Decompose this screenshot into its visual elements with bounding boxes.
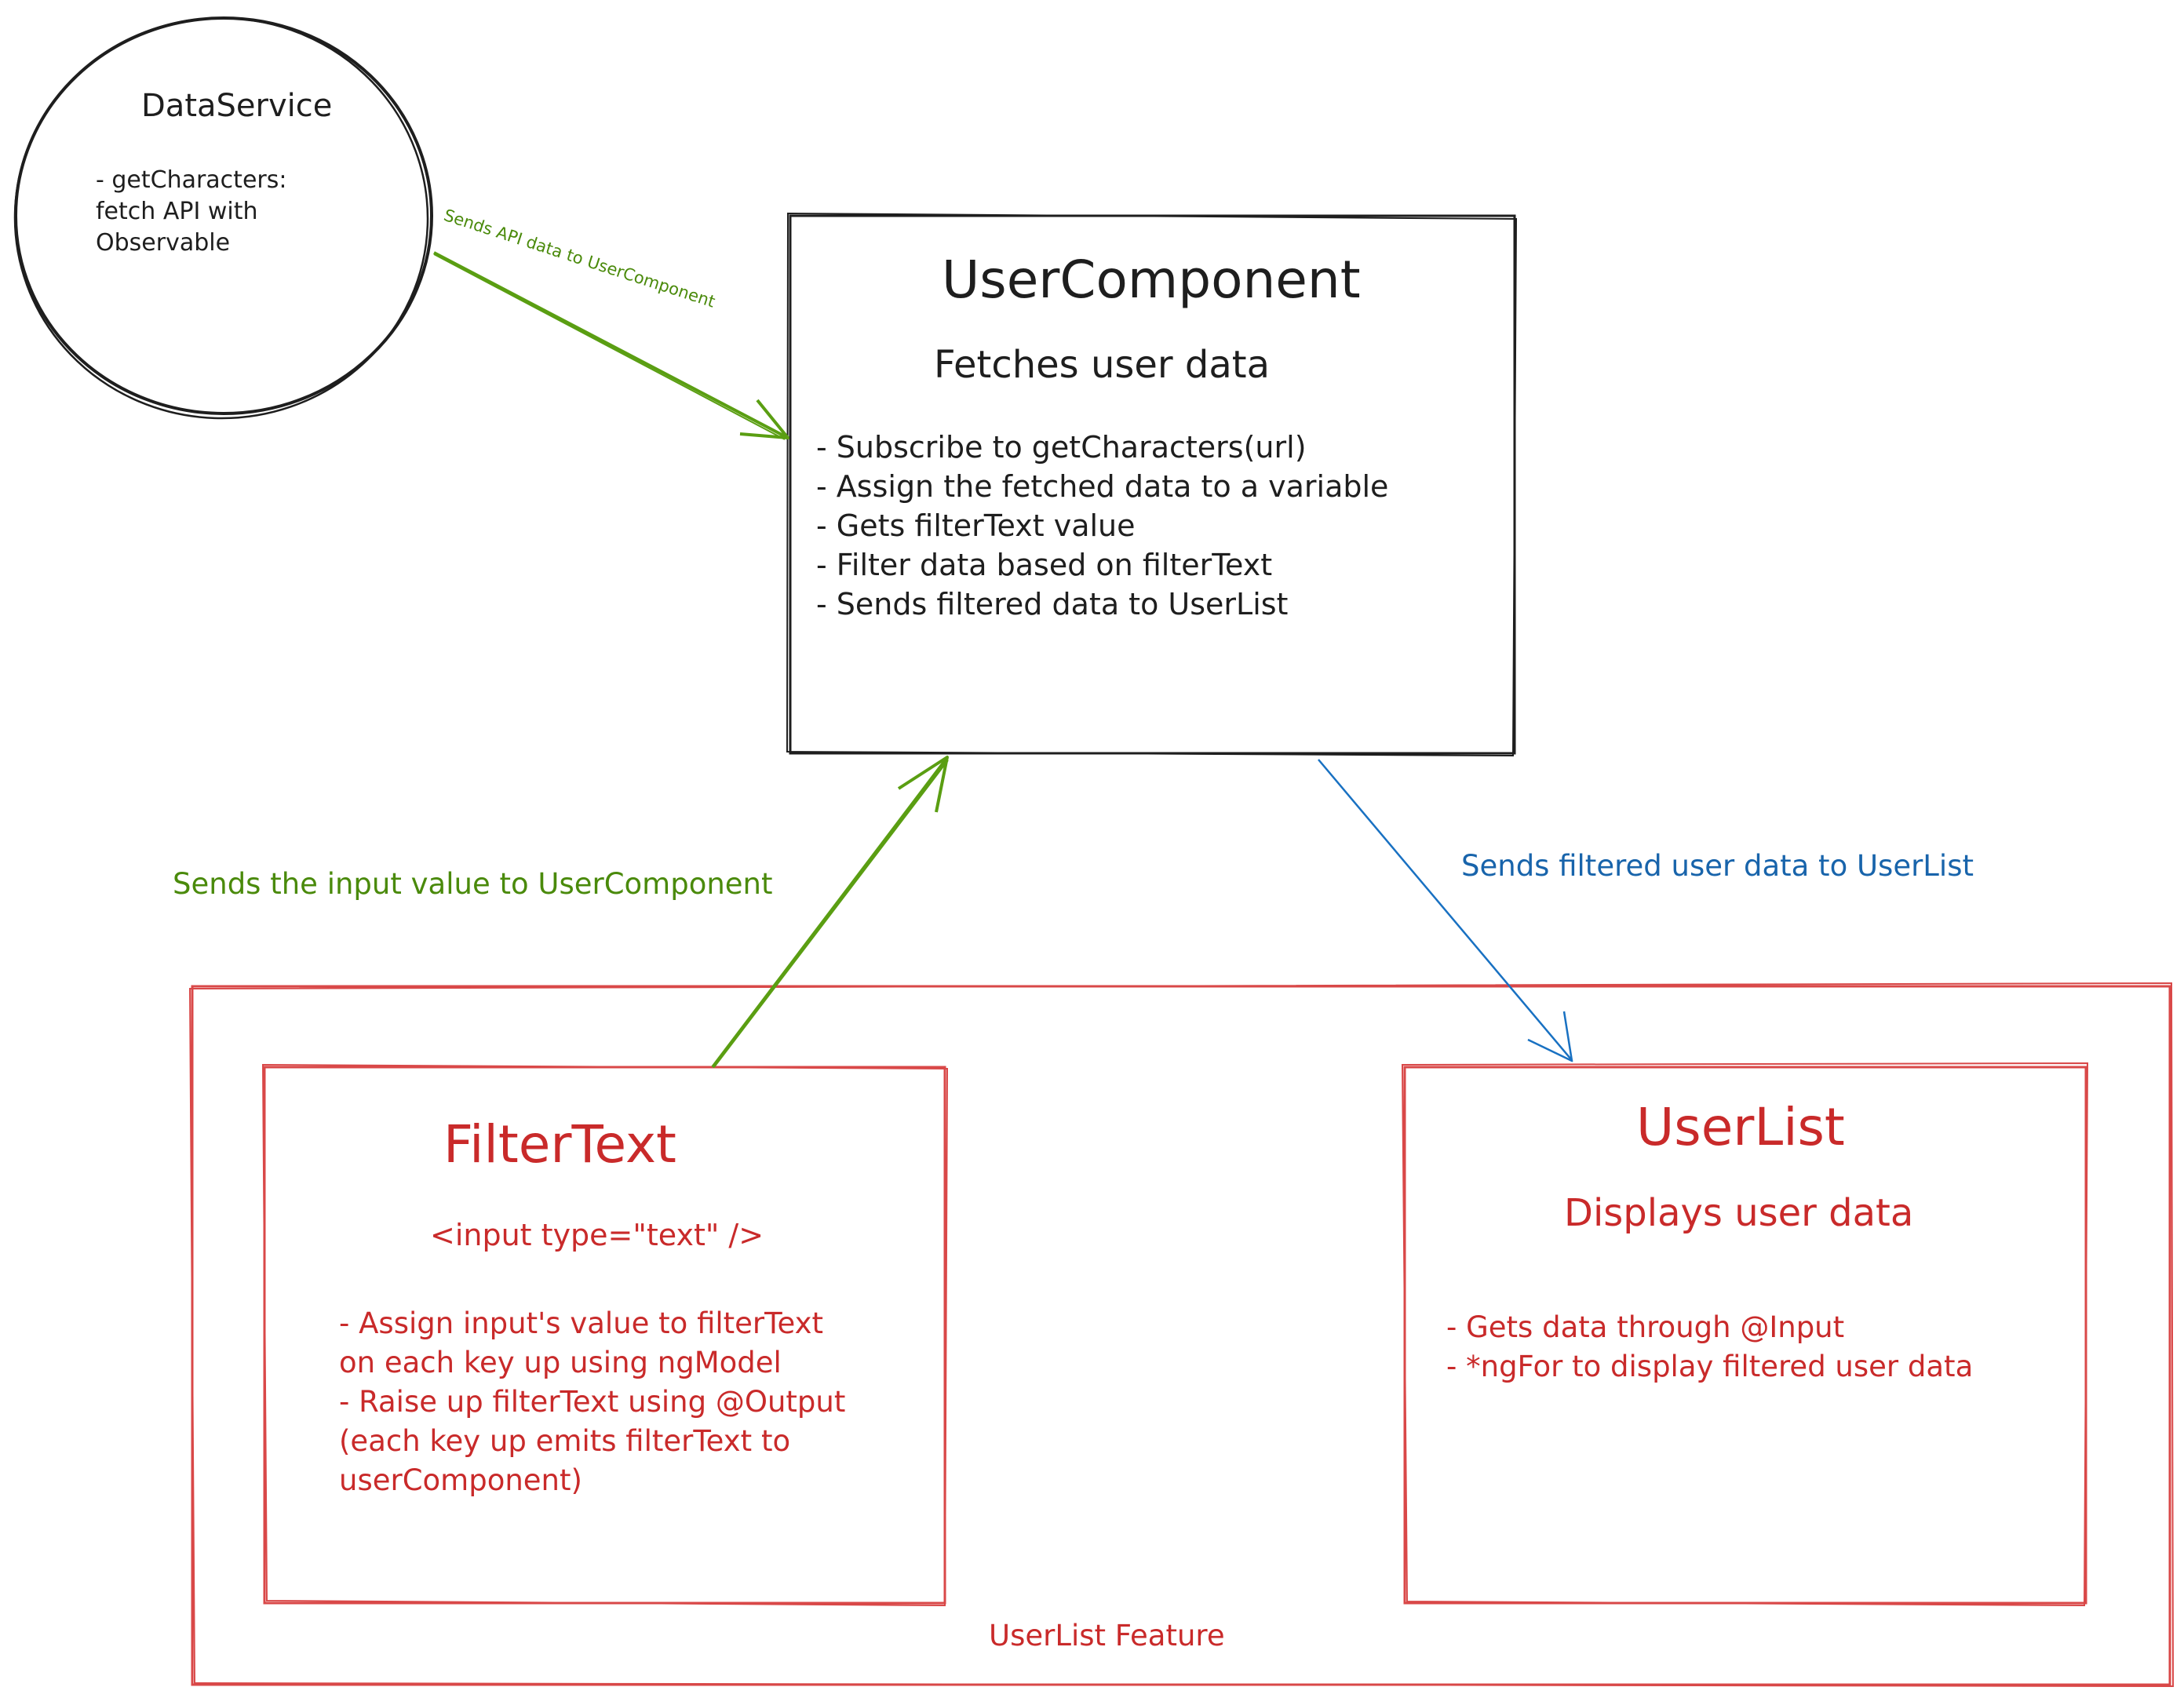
feature-group-label: UserList Feature — [989, 1619, 1225, 1652]
user-component-subtitle: Fetches user data — [934, 343, 1271, 387]
arrow-label-filter-to-component: Sends the input value to UserComponent — [173, 867, 773, 901]
user-component-title: UserComponent — [942, 250, 1361, 310]
user-component-line-4: - Filter data based on filterText — [816, 548, 1273, 582]
arrow-component-to-list — [1318, 759, 1573, 1062]
user-list-title: UserList — [1636, 1097, 1845, 1157]
user-list-subtitle: Displays user data — [1564, 1191, 1914, 1235]
arrow-service-to-component — [433, 251, 789, 440]
data-service-line-1: - getCharacters: — [96, 166, 287, 194]
filter-text-subtitle: <input type="text" /> — [430, 1218, 764, 1252]
user-component-line-2: - Assign the fetched data to a variable — [816, 469, 1389, 504]
filter-text-line-2: on each key up using ngModel — [339, 1346, 782, 1379]
user-component-line-1: - Subscribe to getCharacters(url) — [816, 430, 1307, 465]
user-list-line-1: - Gets data through @Input — [1446, 1310, 1845, 1344]
arrow-label-component-to-list: Sends filtered user data to UserList — [1461, 849, 1974, 883]
filter-text-line-5: userComponent) — [339, 1463, 582, 1497]
filter-text-line-1: - Assign input's value to filterText — [339, 1306, 823, 1340]
filter-text-line-3: - Raise up filterText using @Output — [339, 1385, 846, 1419]
filter-text-title: FilterText — [443, 1114, 676, 1175]
data-service-title: DataService — [141, 88, 333, 124]
data-service-line-2: fetch API with — [96, 198, 258, 225]
filter-text-line-4: (each key up emits filterText to — [339, 1424, 791, 1458]
arrow-filter-to-component — [711, 756, 949, 1069]
user-component-line-3: - Gets filterText value — [816, 508, 1136, 543]
user-list-line-2: - *ngFor to display filtered user data — [1446, 1350, 1974, 1383]
user-component-line-5: - Sends filtered data to UserList — [816, 587, 1289, 621]
data-service-line-3: Observable — [96, 229, 231, 257]
